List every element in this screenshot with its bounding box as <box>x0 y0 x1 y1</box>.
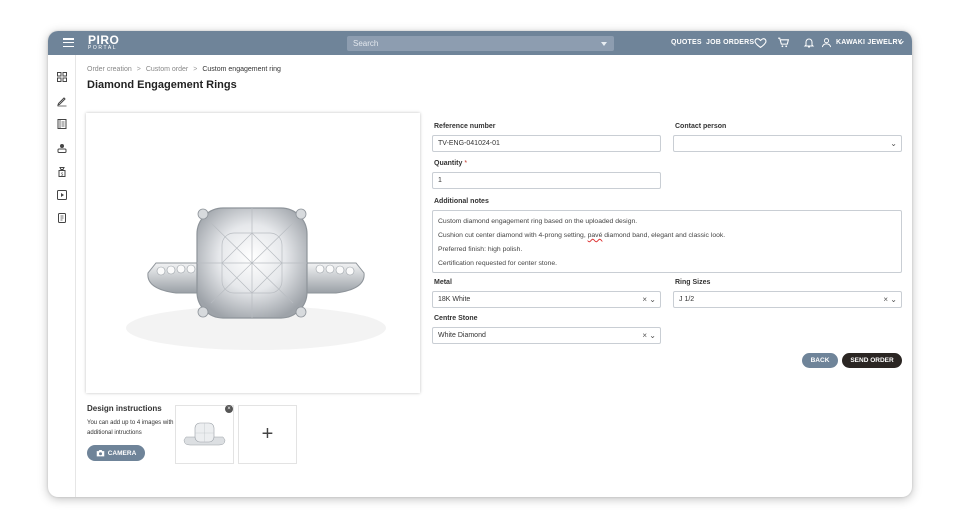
user-name[interactable]: KAWAKI JEWELRY <box>836 39 902 46</box>
nav-quotes[interactable]: QUOTES <box>671 39 702 46</box>
design-instructions-text: You can add up to 4 images with addition… <box>87 420 174 436</box>
reference-input[interactable]: TV-ENG-041024-01 <box>432 135 661 152</box>
quantity-input[interactable]: 1 <box>432 172 661 189</box>
send-order-button[interactable]: SEND ORDER <box>842 353 902 368</box>
remove-image-icon[interactable]: × <box>225 405 233 413</box>
breadcrumb-custom-order[interactable]: Custom order <box>146 66 188 73</box>
quantity-label-text: Quantity <box>434 160 463 167</box>
cart-icon[interactable] <box>777 36 790 49</box>
top-bar: PIRO PORTAL QUOTES JOB ORDERS KAWAKI JEW… <box>48 31 912 55</box>
breadcrumb-order-creation[interactable]: Order creation <box>87 66 132 73</box>
dashboard-icon[interactable] <box>56 71 68 83</box>
notes-textarea[interactable]: Custom diamond engagement ring based on … <box>432 210 902 273</box>
user-icon[interactable] <box>821 37 832 48</box>
contact-person-select[interactable]: ⌄ <box>673 135 902 152</box>
breadcrumb-current: Custom engagement ring <box>202 66 281 73</box>
sidebar: $ <box>48 55 76 497</box>
contact-person-label: Contact person <box>675 123 727 130</box>
camera-icon <box>96 450 104 457</box>
centre-stone-value: White Diamond <box>438 332 486 339</box>
clear-chevron-icons[interactable]: × ⌄ <box>642 328 656 343</box>
quantity-value: 1 <box>438 177 442 184</box>
clear-chevron-icons[interactable]: × ⌄ <box>883 292 897 307</box>
app-window: PIRO PORTAL QUOTES JOB ORDERS KAWAKI JEW… <box>48 31 912 497</box>
reference-value: TV-ENG-041024-01 <box>438 140 500 147</box>
product-image-panel <box>86 113 420 393</box>
ring-thumbnail-image <box>183 422 226 446</box>
pricing-icon[interactable]: $ <box>56 166 68 178</box>
customers-icon[interactable] <box>56 142 68 154</box>
metal-value: 18K White <box>438 296 471 303</box>
reference-label: Reference number <box>434 123 496 130</box>
metal-select[interactable]: 18K White × ⌄ <box>432 291 661 308</box>
design-instructions-title: Design instructions <box>87 404 162 413</box>
camera-button-label: CAMERA <box>107 449 137 457</box>
quantity-label: Quantity * <box>434 160 467 167</box>
svg-text:$: $ <box>61 172 64 178</box>
ring-sizes-label: Ring Sizes <box>675 279 711 286</box>
notes-line: Cushion cut center diamond with 4-prong … <box>438 232 726 239</box>
bell-icon[interactable] <box>803 36 815 49</box>
centre-stone-label: Centre Stone <box>434 315 478 322</box>
breadcrumb: Order creation > Custom order > Custom engag… <box>87 66 281 73</box>
notes-line: Certification requested for center stone… <box>438 260 558 267</box>
logo-subtitle: PORTAL <box>88 45 118 51</box>
add-image-button[interactable]: + <box>238 405 297 464</box>
chevron-down-icon[interactable]: ⌄ <box>890 136 897 151</box>
menu-icon[interactable] <box>63 38 74 48</box>
search-dropdown-icon[interactable] <box>601 42 607 46</box>
page-title: Diamond Engagement Rings <box>87 79 237 91</box>
notes-line: Preferred finish: high polish. <box>438 246 523 253</box>
notes-label: Additional notes <box>434 198 489 205</box>
design-image-thumbnail[interactable] <box>175 405 234 464</box>
ring-sizes-select[interactable]: J 1/2 × ⌄ <box>673 291 902 308</box>
search-input[interactable] <box>347 36 614 51</box>
logo[interactable]: PIRO PORTAL <box>88 34 119 51</box>
clear-chevron-icons[interactable]: × ⌄ <box>642 292 656 307</box>
centre-stone-select[interactable]: White Diamond × ⌄ <box>432 327 661 344</box>
chevron-down-icon[interactable] <box>898 40 904 45</box>
notes-line: Custom diamond engagement ring based on … <box>438 218 638 225</box>
reports-icon[interactable] <box>56 212 68 224</box>
edit-order-icon[interactable] <box>56 95 68 107</box>
required-marker: * <box>464 160 468 167</box>
ring-image <box>126 207 386 350</box>
catalog-icon[interactable] <box>56 118 68 130</box>
metal-label: Metal <box>434 279 452 286</box>
camera-button[interactable]: CAMERA <box>87 445 145 461</box>
media-icon[interactable] <box>56 189 68 201</box>
nav-job-orders[interactable]: JOB ORDERS <box>706 39 754 46</box>
heart-icon[interactable] <box>754 36 767 49</box>
back-button[interactable]: BACK <box>802 353 838 368</box>
ring-sizes-value: J 1/2 <box>679 296 695 303</box>
